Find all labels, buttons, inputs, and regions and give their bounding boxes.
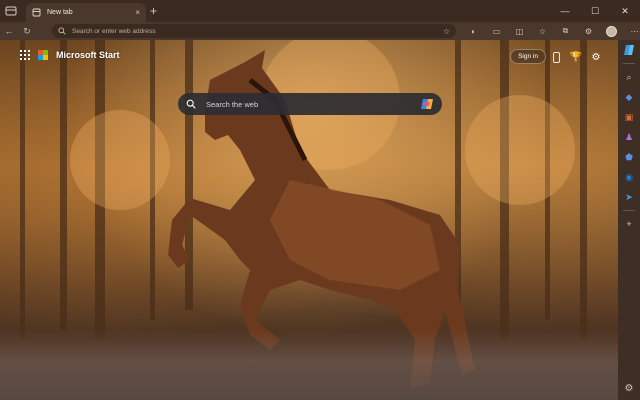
window-controls: — ☐ ✕ [550, 0, 640, 22]
back-button[interactable]: ← [0, 22, 18, 40]
new-tab-button[interactable]: + [150, 4, 157, 18]
tab-new-tab[interactable]: New tab × [26, 3, 146, 22]
sidebar-divider [623, 63, 635, 64]
settings-icon[interactable]: ⚙ [618, 380, 640, 396]
extensions-icon[interactable]: ⚙ [577, 22, 600, 40]
tab-actions-icon[interactable] [4, 4, 18, 18]
search-icon[interactable]: ⌕ [618, 67, 640, 87]
search-icon [58, 27, 66, 35]
search-placeholder: Search the web [206, 99, 259, 109]
edge-sidebar: ⌕ ◆ ▣ ♟ ⬟ ◉ ➤ + ⚙ [618, 40, 640, 400]
new-tab-page: Microsoft Start Sign in 🏆 ⚙ Search the w… [0, 40, 618, 400]
page-settings-icon[interactable]: ⚙ [589, 50, 603, 64]
favorite-star-icon[interactable]: ☆ [443, 27, 450, 36]
collections-icon[interactable]: ⧉ [554, 22, 577, 40]
sign-in-button[interactable]: Sign in [510, 49, 546, 64]
reading-view-icon[interactable]: ▭ [485, 22, 508, 40]
copilot-icon[interactable] [420, 97, 434, 111]
microsoft-logo-icon [38, 50, 48, 60]
toolbar-actions: ◐ ▭ ◫ ☆ ⧉ ⚙ ⋯ [462, 22, 640, 40]
tag-icon[interactable]: ◆ [618, 87, 640, 107]
games-icon[interactable]: ♟ [618, 127, 640, 147]
page-icon [32, 8, 41, 17]
minimize-button[interactable]: — [550, 0, 580, 22]
apps-grid-icon[interactable] [20, 50, 30, 60]
more-menu-icon[interactable]: ⋯ [623, 22, 640, 40]
shield-icon[interactable]: ⬟ [618, 147, 640, 167]
refresh-button[interactable]: ↻ [18, 22, 36, 40]
sidebar-divider [623, 210, 635, 211]
favorites-icon[interactable]: ☆ [531, 22, 554, 40]
browser-toolbar: ← ↻ Search or enter web address ☆ ◐ ▭ ◫ … [0, 22, 640, 40]
rewards-trophy-icon[interactable]: 🏆 [569, 50, 583, 64]
address-bar[interactable]: Search or enter web address ☆ [52, 24, 456, 38]
tab-title: New tab [47, 9, 73, 16]
profile-avatar[interactable] [600, 22, 623, 40]
maximize-button[interactable]: ☐ [580, 0, 610, 22]
title-bar: New tab × + — ☐ ✕ [0, 0, 640, 22]
extension-icon[interactable]: ◐ [462, 22, 485, 40]
outlook-icon[interactable]: ◉ [618, 167, 640, 187]
copilot-sidebar-icon[interactable] [618, 40, 640, 60]
close-window-button[interactable]: ✕ [610, 0, 640, 22]
split-screen-icon[interactable]: ◫ [508, 22, 531, 40]
tab-close-icon[interactable]: × [135, 8, 140, 17]
web-search-bar[interactable]: Search the web [178, 93, 442, 115]
briefcase-icon[interactable]: ▣ [618, 107, 640, 127]
brand-title[interactable]: Microsoft Start [56, 50, 120, 60]
brand-area: Microsoft Start [20, 50, 120, 60]
send-icon[interactable]: ➤ [618, 187, 640, 207]
search-icon [186, 99, 196, 109]
address-placeholder: Search or enter web address [72, 27, 156, 35]
ground [0, 330, 618, 400]
phone-icon[interactable] [549, 50, 563, 64]
add-icon[interactable]: + [618, 214, 640, 234]
